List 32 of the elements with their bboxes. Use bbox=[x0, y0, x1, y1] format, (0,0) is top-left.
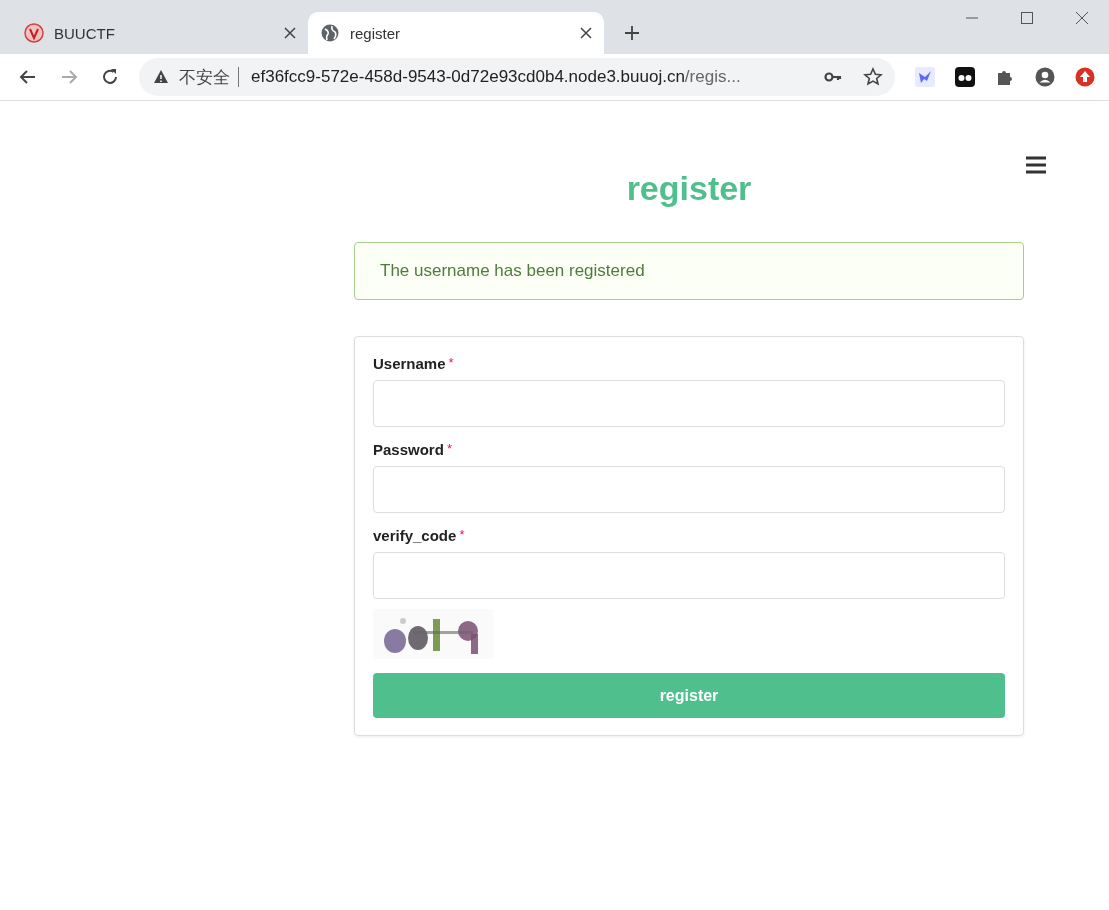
emblem-icon bbox=[24, 23, 44, 43]
close-icon[interactable] bbox=[284, 27, 296, 39]
security-label: 不安全 bbox=[179, 66, 230, 89]
new-tab-icon[interactable] bbox=[624, 25, 640, 41]
maximize-icon[interactable] bbox=[1019, 10, 1035, 26]
field-label: verify_code bbox=[373, 527, 457, 544]
star-icon[interactable] bbox=[863, 67, 883, 87]
url-host: ef36fcc9-572e-458d-9543-0d72e93cd0b4.node3.buuoj.cn bbox=[251, 67, 685, 87]
close-icon[interactable] bbox=[1074, 10, 1090, 26]
reload-icon[interactable] bbox=[100, 67, 120, 87]
profile-icon[interactable] bbox=[1035, 67, 1055, 87]
menu-icon[interactable] bbox=[1026, 156, 1046, 174]
bird-icon[interactable] bbox=[915, 67, 935, 87]
page-title: register bbox=[626, 169, 752, 208]
mask-icon[interactable] bbox=[955, 67, 975, 87]
address-bar[interactable]: 不安全 ef36fcc9-572e-458d-9543-0d72e93cd0b4.node3.buuoj.cn/regis... bbox=[139, 58, 895, 96]
input-field[interactable] bbox=[373, 380, 1005, 427]
warning-icon bbox=[153, 69, 169, 85]
upload-icon[interactable] bbox=[1075, 67, 1095, 87]
required-mark: * bbox=[446, 441, 452, 456]
alert-message: The username has been registered bbox=[354, 242, 1024, 300]
url-path: /regis... bbox=[684, 67, 741, 87]
globe-icon bbox=[320, 23, 340, 43]
browser-tab[interactable]: BUUCTF bbox=[12, 12, 308, 54]
input-field[interactable] bbox=[373, 552, 1005, 599]
field-label: Username bbox=[373, 355, 446, 372]
browser-tab[interactable]: register bbox=[308, 12, 604, 54]
required-mark: * bbox=[459, 527, 465, 542]
required-mark: * bbox=[448, 355, 454, 370]
close-icon[interactable] bbox=[580, 27, 592, 39]
input-field[interactable] bbox=[373, 466, 1005, 513]
field-label: Password bbox=[373, 441, 444, 458]
